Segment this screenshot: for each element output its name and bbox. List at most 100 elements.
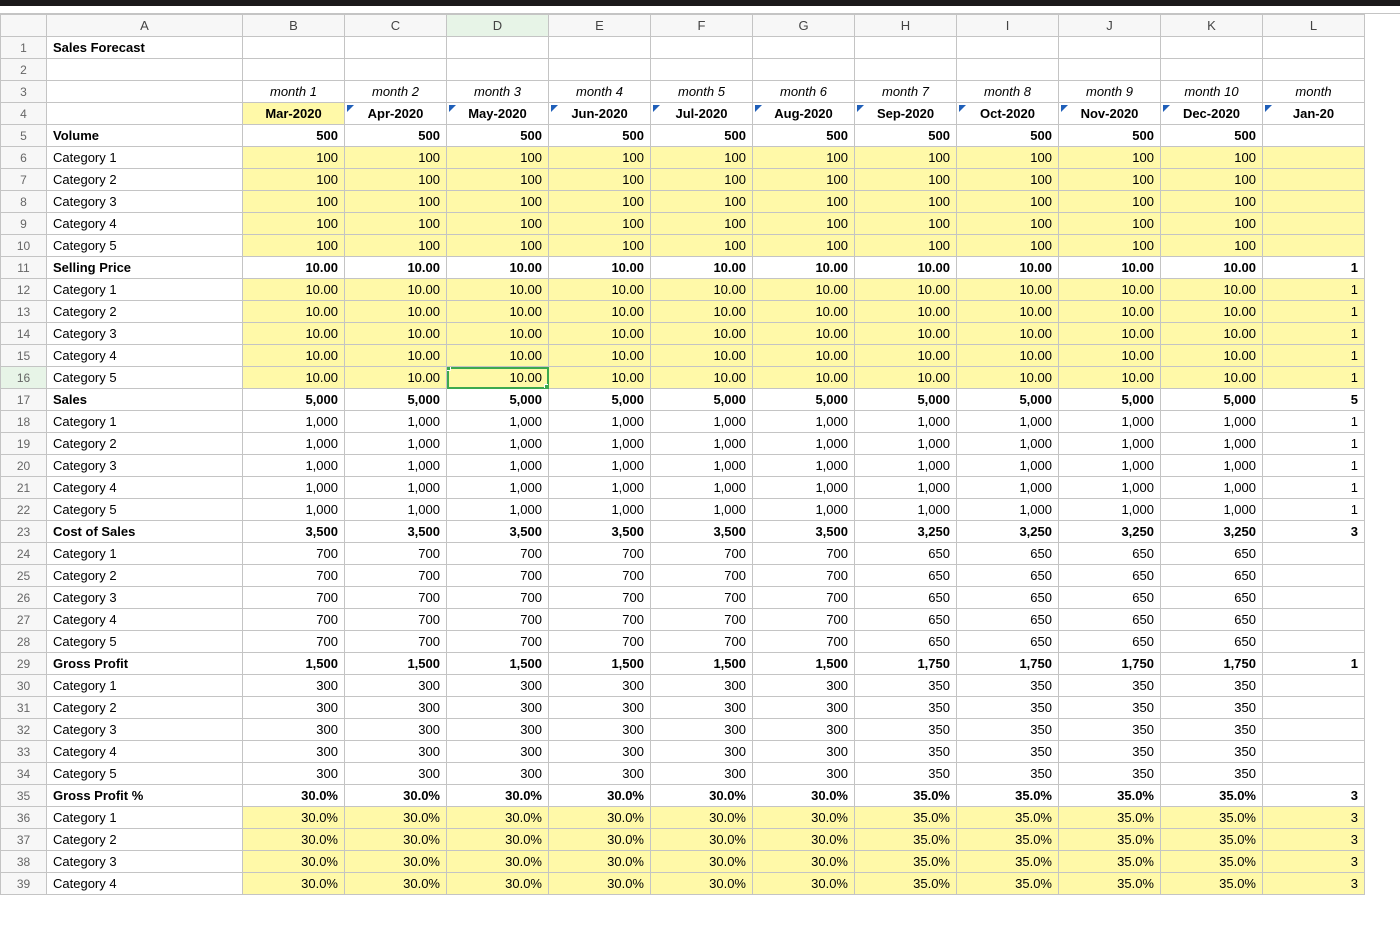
- cell-J37[interactable]: 35.0%: [1059, 829, 1161, 851]
- cell-L19[interactable]: 1: [1263, 433, 1365, 455]
- cell-E6[interactable]: 100: [549, 147, 651, 169]
- cell-C28[interactable]: 700: [345, 631, 447, 653]
- cell-K2[interactable]: [1161, 59, 1263, 81]
- cell-I6[interactable]: 100: [957, 147, 1059, 169]
- cell-F22[interactable]: 1,000: [651, 499, 753, 521]
- cell-A31[interactable]: Category 2: [47, 697, 243, 719]
- row-header-19[interactable]: 19: [1, 433, 47, 455]
- cell-B20[interactable]: 1,000: [243, 455, 345, 477]
- cell-E8[interactable]: 100: [549, 191, 651, 213]
- cell-C14[interactable]: 10.00: [345, 323, 447, 345]
- cell-C11[interactable]: 10.00: [345, 257, 447, 279]
- cell-H13[interactable]: 10.00: [855, 301, 957, 323]
- cell-J35[interactable]: 35.0%: [1059, 785, 1161, 807]
- cell-B21[interactable]: 1,000: [243, 477, 345, 499]
- cell-L28[interactable]: [1263, 631, 1365, 653]
- cell-I38[interactable]: 35.0%: [957, 851, 1059, 873]
- column-header-E[interactable]: E: [549, 15, 651, 37]
- cell-L4[interactable]: Jan-20: [1263, 103, 1365, 125]
- cell-G7[interactable]: 100: [753, 169, 855, 191]
- cell-L23[interactable]: 3: [1263, 521, 1365, 543]
- cell-F5[interactable]: 500: [651, 125, 753, 147]
- cell-H21[interactable]: 1,000: [855, 477, 957, 499]
- cell-H6[interactable]: 100: [855, 147, 957, 169]
- cell-L13[interactable]: 1: [1263, 301, 1365, 323]
- cell-C34[interactable]: 300: [345, 763, 447, 785]
- cell-D34[interactable]: 300: [447, 763, 549, 785]
- column-header-K[interactable]: K: [1161, 15, 1263, 37]
- cell-I25[interactable]: 650: [957, 565, 1059, 587]
- cell-E1[interactable]: [549, 37, 651, 59]
- cell-L2[interactable]: [1263, 59, 1365, 81]
- cell-G19[interactable]: 1,000: [753, 433, 855, 455]
- cell-C7[interactable]: 100: [345, 169, 447, 191]
- cell-A2[interactable]: [47, 59, 243, 81]
- cell-A22[interactable]: Category 5: [47, 499, 243, 521]
- cell-G20[interactable]: 1,000: [753, 455, 855, 477]
- cell-D24[interactable]: 700: [447, 543, 549, 565]
- row-header-33[interactable]: 33: [1, 741, 47, 763]
- cell-I7[interactable]: 100: [957, 169, 1059, 191]
- cell-F23[interactable]: 3,500: [651, 521, 753, 543]
- cell-F25[interactable]: 700: [651, 565, 753, 587]
- cell-E20[interactable]: 1,000: [549, 455, 651, 477]
- row-header-31[interactable]: 31: [1, 697, 47, 719]
- cell-G27[interactable]: 700: [753, 609, 855, 631]
- cell-K22[interactable]: 1,000: [1161, 499, 1263, 521]
- row-header-11[interactable]: 11: [1, 257, 47, 279]
- cell-E10[interactable]: 100: [549, 235, 651, 257]
- cell-G32[interactable]: 300: [753, 719, 855, 741]
- cell-H26[interactable]: 650: [855, 587, 957, 609]
- cell-D8[interactable]: 100: [447, 191, 549, 213]
- cell-E9[interactable]: 100: [549, 213, 651, 235]
- cell-G33[interactable]: 300: [753, 741, 855, 763]
- cell-L9[interactable]: [1263, 213, 1365, 235]
- cell-D31[interactable]: 300: [447, 697, 549, 719]
- cell-B2[interactable]: [243, 59, 345, 81]
- cell-F21[interactable]: 1,000: [651, 477, 753, 499]
- cell-F7[interactable]: 100: [651, 169, 753, 191]
- cell-H17[interactable]: 5,000: [855, 389, 957, 411]
- cell-K27[interactable]: 650: [1161, 609, 1263, 631]
- cell-I12[interactable]: 10.00: [957, 279, 1059, 301]
- cell-I22[interactable]: 1,000: [957, 499, 1059, 521]
- cell-A20[interactable]: Category 3: [47, 455, 243, 477]
- cell-I1[interactable]: [957, 37, 1059, 59]
- cell-A39[interactable]: Category 4: [47, 873, 243, 895]
- cell-B30[interactable]: 300: [243, 675, 345, 697]
- cell-I14[interactable]: 10.00: [957, 323, 1059, 345]
- cell-A27[interactable]: Category 4: [47, 609, 243, 631]
- cell-E39[interactable]: 30.0%: [549, 873, 651, 895]
- cell-F33[interactable]: 300: [651, 741, 753, 763]
- cell-K7[interactable]: 100: [1161, 169, 1263, 191]
- cell-K11[interactable]: 10.00: [1161, 257, 1263, 279]
- cell-J25[interactable]: 650: [1059, 565, 1161, 587]
- row-header-34[interactable]: 34: [1, 763, 47, 785]
- row-header-29[interactable]: 29: [1, 653, 47, 675]
- row-header-28[interactable]: 28: [1, 631, 47, 653]
- cell-J1[interactable]: [1059, 37, 1161, 59]
- cell-A5[interactable]: Volume: [47, 125, 243, 147]
- row-header-14[interactable]: 14: [1, 323, 47, 345]
- cell-C10[interactable]: 100: [345, 235, 447, 257]
- cell-K25[interactable]: 650: [1161, 565, 1263, 587]
- cell-E22[interactable]: 1,000: [549, 499, 651, 521]
- cell-F30[interactable]: 300: [651, 675, 753, 697]
- cell-G21[interactable]: 1,000: [753, 477, 855, 499]
- cell-E17[interactable]: 5,000: [549, 389, 651, 411]
- cell-D26[interactable]: 700: [447, 587, 549, 609]
- cell-I3[interactable]: month 8: [957, 81, 1059, 103]
- cell-B24[interactable]: 700: [243, 543, 345, 565]
- cell-A10[interactable]: Category 5: [47, 235, 243, 257]
- cell-K14[interactable]: 10.00: [1161, 323, 1263, 345]
- row-header-32[interactable]: 32: [1, 719, 47, 741]
- row-header-18[interactable]: 18: [1, 411, 47, 433]
- cell-L5[interactable]: [1263, 125, 1365, 147]
- cell-F14[interactable]: 10.00: [651, 323, 753, 345]
- cell-J24[interactable]: 650: [1059, 543, 1161, 565]
- cell-I24[interactable]: 650: [957, 543, 1059, 565]
- cell-E21[interactable]: 1,000: [549, 477, 651, 499]
- cell-E30[interactable]: 300: [549, 675, 651, 697]
- cell-F37[interactable]: 30.0%: [651, 829, 753, 851]
- cell-H29[interactable]: 1,750: [855, 653, 957, 675]
